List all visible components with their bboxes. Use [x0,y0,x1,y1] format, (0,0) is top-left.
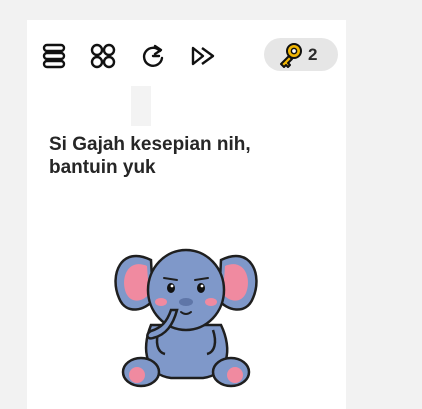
skip-button[interactable] [189,41,219,71]
key-icon [280,42,302,68]
grid-circles-icon [90,43,116,69]
stacked-lines-icon [42,43,66,69]
game-screen: 2 Si Gajah kesepian nih, bantuin yuk [27,20,346,409]
elephant-sprite[interactable] [111,230,261,390]
key-hint-button[interactable]: 2 [264,38,338,71]
toolbar: 2 [27,38,346,74]
placeholder-block [131,86,151,126]
key-count: 2 [308,44,318,64]
levels-button[interactable] [88,41,118,71]
restart-button[interactable] [138,41,168,71]
skip-forward-icon [191,46,215,66]
restart-icon [142,44,164,67]
menu-button[interactable] [39,41,69,71]
level-question: Si Gajah kesepian nih, bantuin yuk [49,134,251,178]
